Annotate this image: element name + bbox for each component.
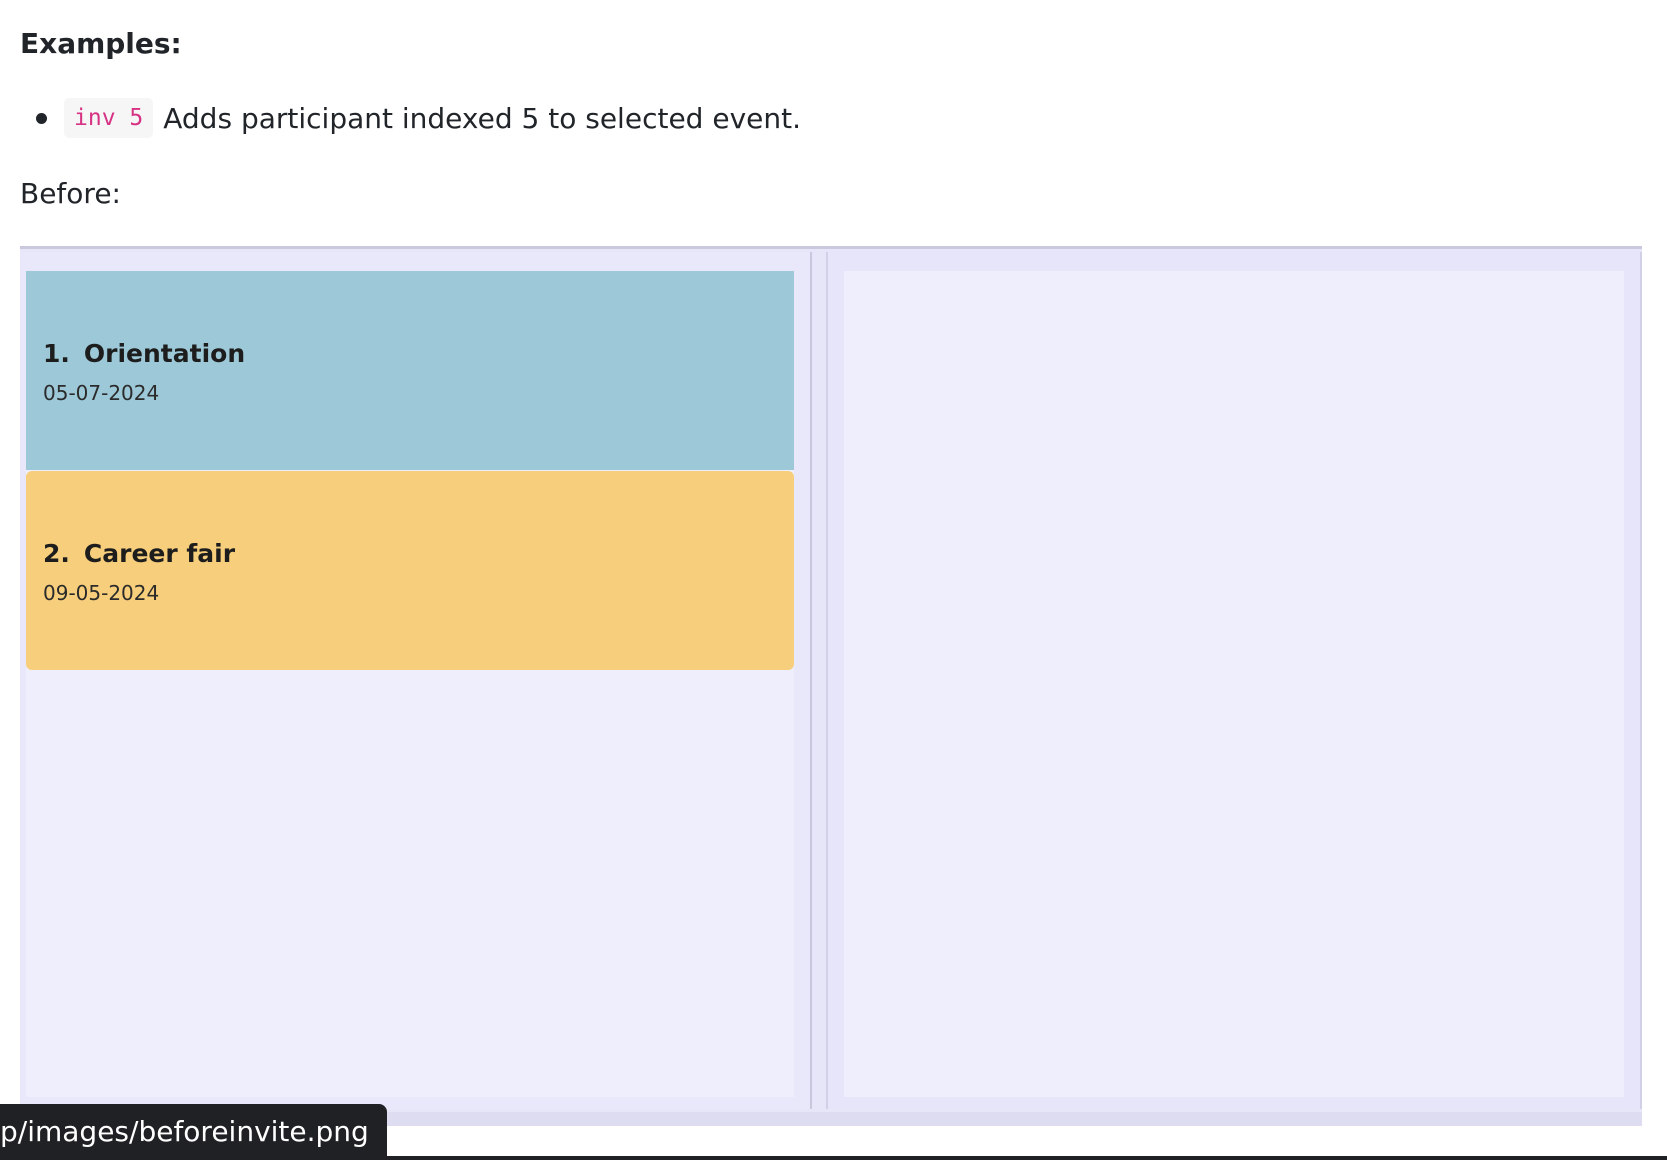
example-list: inv 5 Adds participant indexed 5 to sele… (0, 94, 801, 142)
examples-heading: Examples: (20, 27, 182, 60)
event-date: 05-07-2024 (43, 381, 160, 405)
link-url-tooltip: p/images/beforeinvite.png (0, 1104, 387, 1160)
event-name: Orientation (83, 339, 246, 368)
inline-code: inv 5 (64, 98, 154, 138)
event-index: 2. (43, 539, 70, 568)
bullet-icon (36, 113, 47, 124)
example-description: Adds participant indexed 5 to selected e… (163, 101, 801, 135)
event-detail-area (844, 271, 1624, 1097)
event-list-panel: 1. Orientation 05-07-2024 2. Career fair 0… (20, 252, 812, 1109)
event-title: 1. Orientation (43, 339, 245, 368)
event-list: 1. Orientation 05-07-2024 2. Career fair 0… (26, 271, 794, 1097)
event-index: 1. (43, 339, 70, 368)
before-label: Before: (20, 177, 121, 210)
event-name: Career fair (83, 539, 236, 568)
before-screenshot-image[interactable]: 1. Orientation 05-07-2024 2. Career fair 0… (20, 246, 1642, 1126)
event-card-career-fair: 2. Career fair 09-05-2024 (26, 471, 794, 670)
bottom-divider (0, 1156, 1667, 1160)
event-title: 2. Career fair (43, 539, 235, 568)
event-detail-panel (826, 252, 1642, 1109)
event-card-orientation: 1. Orientation 05-07-2024 (26, 271, 794, 470)
event-date: 09-05-2024 (43, 581, 160, 605)
docs-page: Examples: inv 5 Adds participant indexed… (0, 0, 1667, 1160)
list-item: inv 5 Adds participant indexed 5 to sele… (0, 94, 801, 142)
